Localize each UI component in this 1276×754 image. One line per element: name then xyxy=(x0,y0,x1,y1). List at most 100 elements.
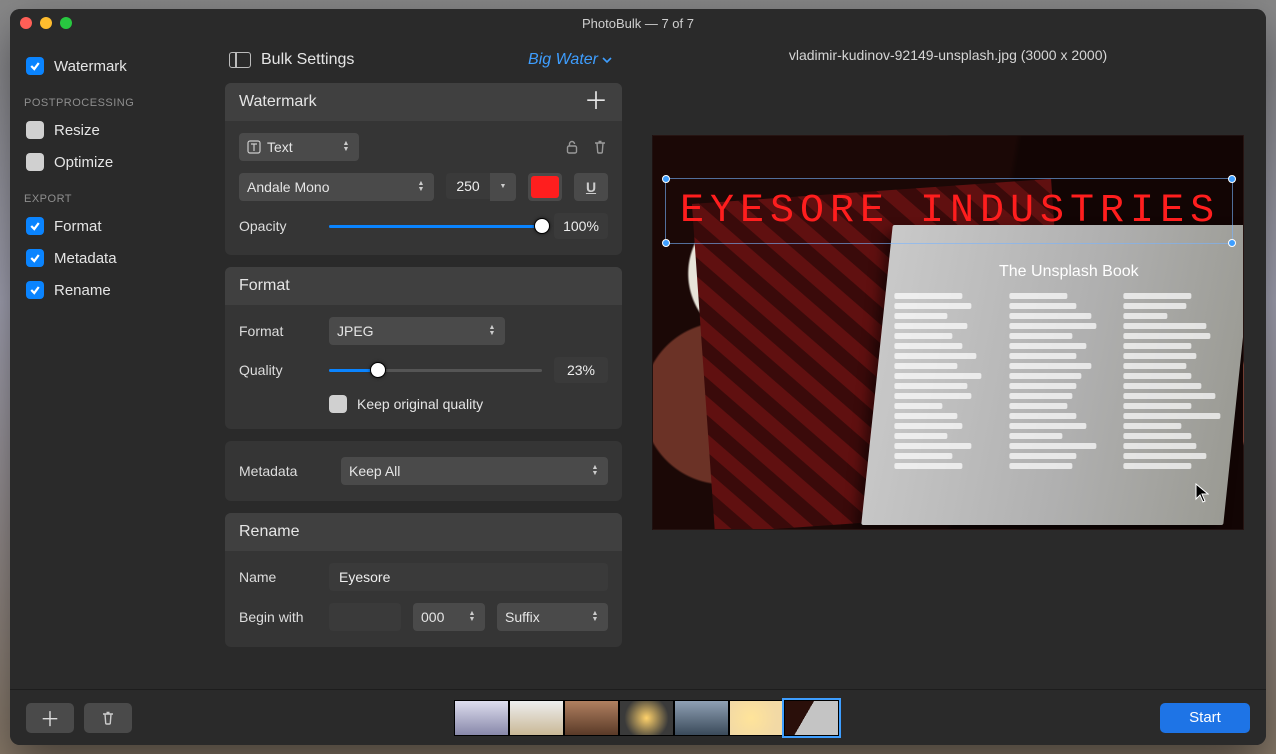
lock-icon[interactable] xyxy=(564,139,580,155)
opacity-slider[interactable] xyxy=(329,225,542,228)
footer-bar: ＋ Start xyxy=(10,689,1266,745)
cursor-icon xyxy=(1195,483,1209,503)
chevron-updown-icon: ▲▼ xyxy=(467,611,477,623)
font-value: Andale Mono xyxy=(247,179,330,195)
quality-slider[interactable] xyxy=(329,369,542,372)
sidebar-group-postprocessing: POSTPROCESSING xyxy=(24,97,215,109)
sidebar-item-label: Optimize xyxy=(54,154,113,171)
checkbox-icon[interactable] xyxy=(26,281,44,299)
start-button[interactable]: Start xyxy=(1160,703,1250,733)
color-swatch xyxy=(531,176,559,198)
minimize-window-button[interactable] xyxy=(40,17,52,29)
checkbox-icon[interactable] xyxy=(26,121,44,139)
thumbnail[interactable] xyxy=(564,700,619,736)
preset-dropdown[interactable]: Big Water xyxy=(528,51,612,69)
sidebar-toggle-icon[interactable] xyxy=(229,52,251,68)
zoom-window-button[interactable] xyxy=(60,17,72,29)
resize-handle-sw[interactable] xyxy=(662,239,670,247)
trash-icon[interactable] xyxy=(592,139,608,155)
window-title: PhotoBulk — 7 of 7 xyxy=(10,16,1266,31)
position-select[interactable]: Suffix ▲▼ xyxy=(497,603,608,631)
text-type-icon xyxy=(247,140,261,154)
keep-original-label: Keep original quality xyxy=(357,396,483,412)
chevron-updown-icon: ▲▼ xyxy=(487,325,497,337)
thumbnail[interactable] xyxy=(509,700,564,736)
plus-icon: ＋ xyxy=(40,703,60,732)
panel-title: Rename xyxy=(239,523,299,541)
metadata-panel: Metadata Keep All ▲▼ xyxy=(225,441,622,501)
preview-image[interactable]: The Unsplash Book EYESORE INDUSTRIES xyxy=(652,135,1244,530)
underline-button[interactable]: U xyxy=(574,173,608,201)
checkbox-icon[interactable] xyxy=(26,153,44,171)
color-picker-button[interactable] xyxy=(528,173,562,201)
add-images-button[interactable]: ＋ xyxy=(26,703,74,733)
font-select[interactable]: Andale Mono ▲▼ xyxy=(239,173,434,201)
settings-header: Bulk Settings Big Water xyxy=(225,47,622,71)
begin-with-input[interactable] xyxy=(329,603,401,631)
window-controls xyxy=(20,17,72,29)
thumbnail[interactable] xyxy=(674,700,729,736)
sidebar-item-rename[interactable]: Rename xyxy=(20,275,215,305)
chevron-updown-icon: ▲▼ xyxy=(590,465,600,477)
chevron-updown-icon: ▲▼ xyxy=(416,181,426,193)
format-panel: Format Format JPEG ▲▼ Quality xyxy=(225,267,622,429)
sidebar-item-resize[interactable]: Resize xyxy=(20,115,215,145)
sidebar-item-format[interactable]: Format xyxy=(20,211,215,241)
thumbnail-selected[interactable] xyxy=(784,700,839,736)
chevron-down-icon xyxy=(602,57,612,64)
sidebar-item-optimize[interactable]: Optimize xyxy=(20,147,215,177)
sidebar-item-label: Metadata xyxy=(54,250,117,267)
close-window-button[interactable] xyxy=(20,17,32,29)
rename-panel: Rename Name Begin with 000 ▲▼ xyxy=(225,513,622,647)
watermark-type-select[interactable]: Text ▲▼ xyxy=(239,133,359,161)
thumbnail[interactable] xyxy=(454,700,509,736)
trash-icon xyxy=(100,710,116,726)
start-label: Start xyxy=(1189,709,1221,726)
preview-filename: vladimir-kudinov-92149-unsplash.jpg (300… xyxy=(789,47,1107,63)
preset-name: Big Water xyxy=(528,51,598,69)
position-value: Suffix xyxy=(505,609,540,625)
sidebar-item-label: Watermark xyxy=(54,58,127,75)
checkbox-icon[interactable] xyxy=(26,57,44,75)
add-watermark-button[interactable]: ＋ xyxy=(584,93,608,111)
watermark-type-value: Text xyxy=(267,139,293,155)
settings-column: Bulk Settings Big Water Watermark ＋ xyxy=(225,37,630,689)
sidebar: Watermark POSTPROCESSING Resize Optimize… xyxy=(10,37,225,689)
resize-handle-ne[interactable] xyxy=(1228,175,1236,183)
metadata-value: Keep All xyxy=(349,463,400,479)
chevron-updown-icon: ▲▼ xyxy=(590,611,600,623)
settings-title: Bulk Settings xyxy=(261,51,354,69)
title-bar: PhotoBulk — 7 of 7 xyxy=(10,9,1266,37)
preview-area: The Unsplash Book EYESORE INDUSTRIES xyxy=(642,75,1254,679)
opacity-label: Opacity xyxy=(239,218,317,234)
app-window: PhotoBulk — 7 of 7 Watermark POSTPROCESS… xyxy=(10,9,1266,745)
sidebar-item-watermark[interactable]: Watermark xyxy=(20,51,215,81)
metadata-select[interactable]: Keep All ▲▼ xyxy=(341,457,608,485)
keep-original-checkbox[interactable] xyxy=(329,395,347,413)
preview-column: vladimir-kudinov-92149-unsplash.jpg (300… xyxy=(630,37,1266,689)
font-size-stepper[interactable]: ▼ xyxy=(490,173,516,201)
name-input[interactable] xyxy=(329,563,608,591)
format-select[interactable]: JPEG ▲▼ xyxy=(329,317,505,345)
sidebar-item-metadata[interactable]: Metadata xyxy=(20,243,215,273)
thumbnail[interactable] xyxy=(729,700,784,736)
font-size-input[interactable]: 250 xyxy=(446,173,490,199)
chevron-down-icon: ▼ xyxy=(498,184,508,190)
resize-handle-nw[interactable] xyxy=(662,175,670,183)
checkbox-icon[interactable] xyxy=(26,217,44,235)
watermark-text: EYESORE INDUSTRIES xyxy=(680,189,1220,234)
thumbnail[interactable] xyxy=(619,700,674,736)
sidebar-item-label: Rename xyxy=(54,282,111,299)
quality-value: 23% xyxy=(554,357,608,383)
watermark-bounding-box[interactable]: EYESORE INDUSTRIES xyxy=(665,178,1233,244)
remove-image-button[interactable] xyxy=(84,703,132,733)
book-title: The Unsplash Book xyxy=(888,263,1244,281)
counter-select[interactable]: 000 ▲▼ xyxy=(413,603,485,631)
panel-title: Watermark xyxy=(239,93,317,111)
chevron-updown-icon: ▲▼ xyxy=(341,141,351,153)
resize-handle-se[interactable] xyxy=(1228,239,1236,247)
panel-title: Format xyxy=(239,277,290,295)
name-label: Name xyxy=(239,569,317,585)
checkbox-icon[interactable] xyxy=(26,249,44,267)
decorative-book: The Unsplash Book xyxy=(861,225,1244,525)
